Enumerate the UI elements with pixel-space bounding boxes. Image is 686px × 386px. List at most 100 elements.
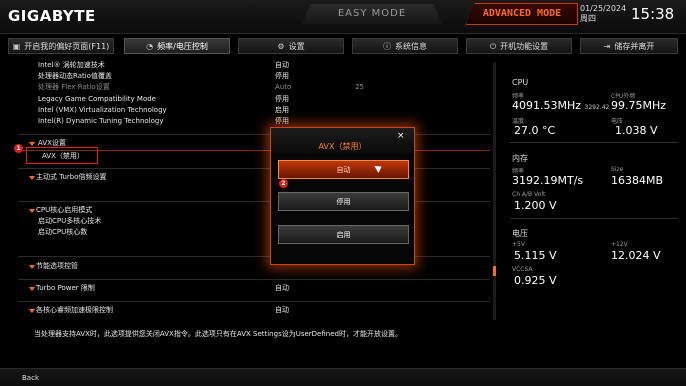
section-header-power-saving[interactable]: 节能选项控管 — [0, 261, 490, 272]
mem-volt-value: 1.200 V — [514, 199, 557, 212]
option-auto[interactable]: 自动 — [278, 160, 409, 179]
section-header-core-mode[interactable]: CPU核心启用模式 — [0, 205, 490, 216]
cpu-temp-value: 27.0 °C — [514, 124, 556, 137]
setting-row[interactable]: Legacy Game Compatibility Mode 停用 — [0, 94, 490, 105]
gigabyte-logo: GIGABYTE — [8, 7, 96, 25]
clock: 15:38 — [631, 5, 675, 23]
voltage-title: 电压 — [512, 229, 528, 238]
tab-system-info[interactable]: ⓘ 系统信息 — [352, 38, 458, 54]
setting-value: 自动 — [275, 61, 289, 69]
setting-label: 处理器 Flex Ratio设置 — [38, 83, 110, 91]
panel-divider — [510, 218, 678, 219]
section-header-turbo-ratio[interactable]: 主动式 Turbo倍频设置 — [0, 172, 490, 183]
tab-label: 设置 — [288, 42, 305, 51]
back-button[interactable]: Back — [22, 374, 39, 382]
setting-secondary-value: 25 — [355, 83, 364, 91]
setting-row[interactable]: Intel(R) Dynamic Tuning Technology 停用 — [0, 116, 490, 127]
expand-arrow-icon — [29, 265, 35, 269]
setting-row[interactable]: 启动CPU多核心技术 — [0, 216, 490, 227]
v12-label: +12V — [611, 241, 628, 248]
info-icon: ⓘ — [383, 42, 391, 51]
section-label: 各核心睿频加速极限控制 — [36, 306, 113, 314]
cpu-freq-sub: 3292.42 — [584, 104, 610, 111]
panel-divider — [510, 142, 678, 143]
option-enabled[interactable]: 启用 — [278, 225, 409, 244]
mem-volt-label: Ch A/B Volt — [512, 191, 546, 198]
v5-value: 5.115 V — [514, 249, 557, 262]
cpu-volt-value: 1.038 V — [615, 124, 658, 137]
divider — [18, 201, 490, 202]
setting-value: 停用 — [275, 72, 289, 80]
cpu-title: CPU — [512, 78, 529, 87]
setting-label: Intel(R) Dynamic Tuning Technology — [38, 117, 164, 125]
date-display: 01/25/2024 周四 — [580, 4, 626, 24]
tab-settings[interactable]: ⚙ 设置 — [238, 38, 344, 54]
scrollbar-track[interactable] — [493, 62, 496, 320]
setting-row[interactable]: 处理器动态Ratio值覆盖 停用 — [0, 71, 490, 82]
mem-size-value: 16384MB — [611, 174, 664, 187]
tab-frequency-voltage[interactable]: ◔ 频率/电压控制 — [124, 38, 230, 54]
setting-row[interactable]: Intel (VMX) Virtualization Technology 启用 — [0, 105, 490, 116]
step-marker-2: 2 — [279, 179, 288, 188]
avx-option-dialog: AVX（禁用） × 自动 停用 启用 — [270, 127, 415, 265]
help-text: 当处理器支持AVX时，此选项提供您关闭AVX指令。此选项只有在AVX Setti… — [34, 330, 402, 338]
setting-value: 停用 — [275, 95, 289, 103]
easy-mode-button[interactable]: EASY MODE — [302, 4, 442, 24]
setting-row[interactable]: 启动CPU核心数 — [0, 227, 490, 238]
divider — [18, 134, 490, 135]
setting-row[interactable]: 处理器 Flex Ratio设置 Auto 25 — [0, 82, 490, 93]
setting-label: Intel® 涡轮加速技术 — [38, 61, 105, 69]
mem-size-label: Size — [611, 166, 624, 173]
hardware-monitor-panel: CPU 频率 4091.53MHz 3292.42 CPU外频 99.75MHz… — [500, 58, 680, 328]
step-marker-1: 1 — [14, 144, 23, 153]
divider — [18, 256, 490, 257]
speedometer-icon: ◔ — [146, 42, 154, 51]
section-label: 主动式 Turbo倍频设置 — [36, 173, 107, 181]
advanced-mode-button[interactable]: ADVANCED MODE — [466, 3, 578, 25]
tab-label: 储存并离开 — [614, 42, 655, 51]
setting-value: 停用 — [275, 117, 289, 125]
section-header-per-core-limit[interactable]: 各核心睿频加速极限控制 自动 — [0, 305, 490, 316]
vccsa-value: 0.925 V — [514, 274, 557, 287]
bottom-bar: Back — [0, 368, 686, 386]
scrollbar-thumb[interactable] — [493, 266, 496, 276]
tab-favorites[interactable]: ▣ 开启我的偏好页面(F11) — [8, 38, 114, 54]
tab-label: 系统信息 — [395, 42, 427, 51]
tab-boot[interactable]: ⏻ 开机功能设置 — [466, 38, 572, 54]
main-tabs: ▣ 开启我的偏好页面(F11) ◔ 频率/电压控制 ⚙ 设置 ⓘ 系统信息 ⏻ 开机功能设… — [8, 38, 678, 56]
setting-label: 启动CPU多核心技术 — [38, 217, 102, 225]
expand-arrow-icon — [29, 176, 35, 180]
setting-label: 处理器动态Ratio值覆盖 — [38, 72, 112, 80]
setting-value: 自动 — [275, 284, 289, 292]
cpu-freq-value: 4091.53MHz 3292.42 — [512, 99, 609, 112]
weekday-text: 周四 — [580, 14, 596, 23]
mem-freq-value: 3192.19MT/s — [512, 174, 584, 187]
date-text: 01/25/2024 — [580, 4, 627, 13]
monitor-icon: ▣ — [12, 42, 21, 51]
section-label: 节能选项控管 — [36, 262, 78, 270]
section-header-turbo-power[interactable]: Turbo Power 限制 自动 — [0, 283, 490, 294]
tab-label: 频率/电压控制 — [157, 42, 208, 51]
expand-arrow-icon — [29, 309, 35, 313]
memory-title: 内存 — [512, 154, 528, 163]
expand-arrow-icon — [29, 287, 35, 291]
vccsa-label: VCCSA — [512, 266, 533, 273]
divider — [18, 301, 490, 302]
divider — [18, 279, 490, 280]
exit-icon: ⇥ — [603, 42, 611, 51]
expand-arrow-icon — [29, 142, 35, 146]
close-icon[interactable]: × — [397, 131, 405, 141]
section-label: CPU核心启用模式 — [36, 206, 93, 214]
top-bar: GIGABYTE EASY MODE ADVANCED MODE 01/25/2… — [0, 0, 686, 34]
v5-label: +5V — [512, 241, 525, 248]
expand-arrow-icon — [29, 209, 35, 213]
setting-row[interactable]: Intel® 涡轮加速技术 自动 — [0, 60, 490, 71]
setting-value: 自动 — [275, 306, 289, 314]
cpu-ext-value: 99.75MHz — [611, 99, 667, 112]
tab-label: 开机功能设置 — [500, 42, 549, 51]
divider — [18, 168, 490, 169]
option-disabled[interactable]: 停用 — [278, 192, 409, 211]
setting-value: Auto — [275, 83, 292, 91]
tab-save-exit[interactable]: ⇥ 储存并离开 — [580, 38, 678, 54]
tab-label: 开启我的偏好页面(F11) — [24, 42, 110, 51]
